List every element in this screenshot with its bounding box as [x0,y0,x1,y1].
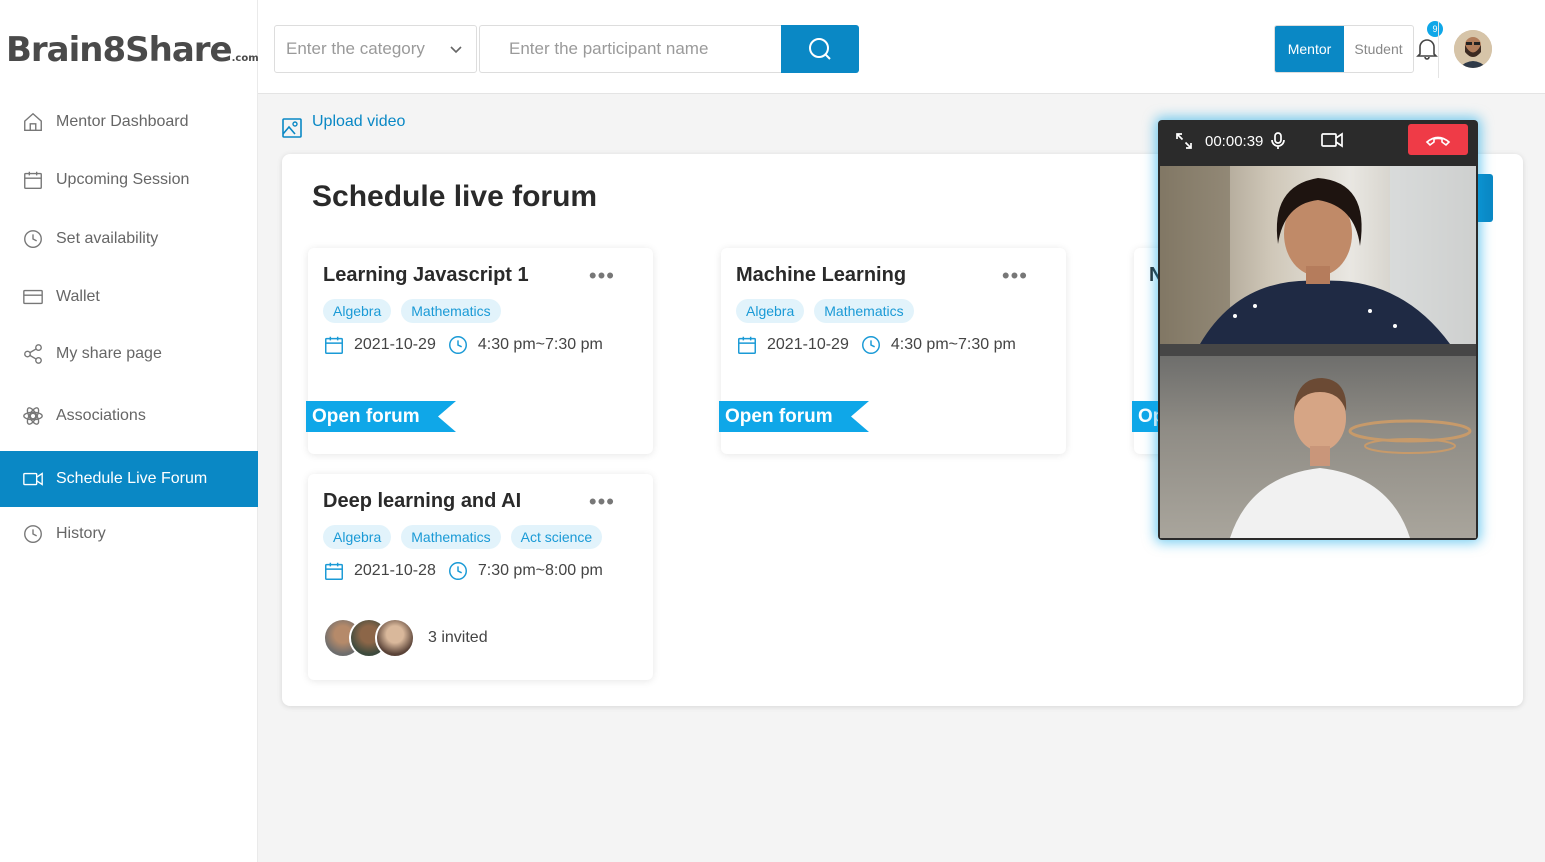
category-placeholder: Enter the category [286,39,425,58]
forum-schedule: 2021-10-29 4:30 pm~7:30 pm [736,334,1016,356]
sidebar: Brain8Share.com Mentor Dashboard Upcomin… [0,0,259,862]
participant-video-feed [1160,356,1476,538]
sidebar-item-label: Set availability [56,230,159,247]
clock-icon [448,562,467,580]
sidebar-item-label: Mentor Dashboard [56,113,189,130]
upload-video-label: Upload video [312,113,406,130]
calendar-icon [738,336,756,354]
category-select[interactable]: Enter the category [274,25,477,73]
invited-count: 3 invited [428,629,488,646]
student-role-button[interactable]: Student [1344,26,1413,72]
forum-time: 4:30 pm~7:30 pm [890,336,1016,353]
more-options-icon[interactable]: ••• [589,491,615,513]
call-toolbar: 00:00:39 [1158,120,1478,162]
calendar-icon [325,336,343,354]
search-icon [809,38,831,60]
invited-participants[interactable]: 3 invited [323,618,488,658]
forum-time: 4:30 pm~7:30 pm [477,336,603,353]
feed-separator [1160,344,1476,356]
forum-schedule: 2021-10-28 7:30 pm~8:00 pm [323,560,603,582]
sidebar-item-label: Schedule Live Forum [56,470,208,487]
upload-video-link[interactable]: Upload video [282,106,405,138]
phone-hangup-icon [1425,136,1451,146]
forum-date: 2021-10-29 [767,336,849,353]
more-options-icon[interactable]: ••• [589,265,615,287]
sidebar-item-upcoming-session[interactable]: Upcoming Session [0,152,258,208]
chevron-down-icon [450,46,462,54]
sidebar-item-label: Wallet [56,288,100,305]
sidebar-item-set-availability[interactable]: Set availability [0,211,258,267]
clock-icon [861,336,880,354]
open-forum-button[interactable]: Open forum [719,401,869,432]
expand-icon[interactable] [1175,132,1193,150]
sidebar-item-schedule-live-forum[interactable]: Schedule Live Forum [0,451,258,507]
sidebar-item-label: History [56,525,106,542]
forum-tags: Algebra Mathematics [323,299,501,323]
sidebar-item-my-share-page[interactable]: My share page [0,326,258,382]
participant-avatar [375,618,415,658]
tag: Mathematics [401,525,501,549]
camera-icon[interactable] [1321,132,1343,148]
sidebar-item-history[interactable]: History [0,506,258,562]
participant-video-feed [1160,166,1476,344]
page-title: Schedule live forum [312,180,598,213]
sidebar-item-label: Associations [56,407,146,424]
participant-search-input[interactable] [479,25,781,73]
wallet-icon [22,286,44,308]
forum-card: Learning Javascript 1 ••• Algebra Mathem… [306,248,653,454]
forum-title: Learning Javascript 1 [323,264,529,286]
forum-tags: Algebra Mathematics [736,299,914,323]
forum-title: Deep learning and AI [323,490,522,512]
notification-badge: 9 [1427,21,1443,37]
forum-tags: Algebra Mathematics Act science [323,525,603,549]
history-icon [22,523,44,545]
participant-avatars [323,618,415,658]
microphone-icon[interactable] [1271,132,1285,150]
forum-schedule: 2021-10-29 4:30 pm~7:30 pm [323,334,603,356]
mentor-role-button[interactable]: Mentor [1275,26,1344,72]
calendar-icon [22,169,44,191]
user-avatar[interactable] [1454,30,1492,68]
forum-date: 2021-10-28 [354,562,436,579]
sidebar-item-label: My share page [56,345,162,362]
home-icon [22,111,44,133]
call-timer: 00:00:39 [1205,133,1264,150]
forum-card: Deep learning and AI ••• Algebra Mathema… [308,474,653,680]
video-call-window: 00:00:39 [1158,120,1478,540]
forum-time: 7:30 pm~8:00 pm [477,562,603,579]
search-button[interactable] [781,25,859,73]
clock-icon [448,336,467,354]
search-bar [479,25,859,73]
share-icon [22,343,44,365]
sidebar-item-mentor-dashboard[interactable]: Mentor Dashboard [0,94,258,150]
tag: Mathematics [814,299,914,323]
tag: Algebra [323,299,392,323]
sidebar-item-label: Upcoming Session [56,171,190,188]
more-options-icon[interactable]: ••• [1002,265,1028,287]
top-header: Enter the category Mentor Student 9 [258,0,1545,94]
clock-icon [22,228,44,250]
hang-up-button[interactable] [1408,124,1468,155]
associations-icon [22,405,44,427]
sidebar-item-wallet[interactable]: Wallet [0,269,258,325]
image-icon [282,118,302,138]
role-toggle: Mentor Student [1274,25,1414,73]
brand-logo[interactable]: Brain8Share.com [6,30,259,76]
calendar-icon [325,562,343,580]
bell-icon[interactable] [1416,36,1438,60]
tag: Mathematics [401,299,501,323]
video-icon [22,468,44,490]
sidebar-item-associations[interactable]: Associations [0,388,258,444]
forum-card: Machine Learning ••• Algebra Mathematics… [719,248,1066,454]
forum-title: Machine Learning [736,264,907,286]
tag: Algebra [736,299,805,323]
open-forum-button[interactable]: Open forum [306,401,456,432]
header-divider [1438,22,1439,78]
tag: Act science [510,525,603,549]
tag: Algebra [323,525,392,549]
forum-date: 2021-10-29 [354,336,436,353]
